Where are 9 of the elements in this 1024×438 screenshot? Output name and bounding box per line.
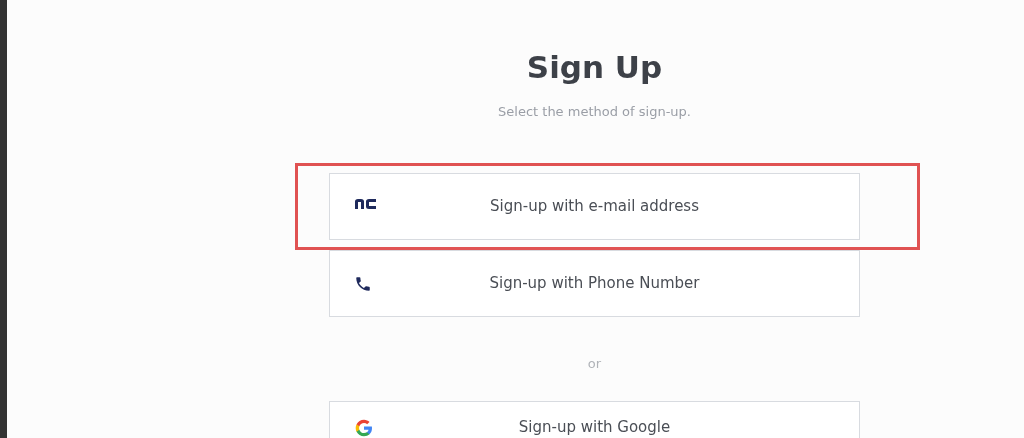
sign-up-option-button[interactable]: Sign-up with Google	[329, 401, 860, 438]
page-title: Sign Up	[526, 48, 663, 87]
sign-up-option-button[interactable]: Sign-up with Phone Number	[329, 250, 860, 317]
sign-up-option-button[interactable]: Sign-up with e-mail address	[329, 173, 860, 240]
google-icon	[354, 418, 374, 438]
separator-text: or	[587, 355, 602, 373]
subtitle: Select the method of sign-up.	[498, 103, 691, 121]
phone-icon	[354, 275, 372, 293]
nc-logo-icon	[354, 198, 378, 210]
